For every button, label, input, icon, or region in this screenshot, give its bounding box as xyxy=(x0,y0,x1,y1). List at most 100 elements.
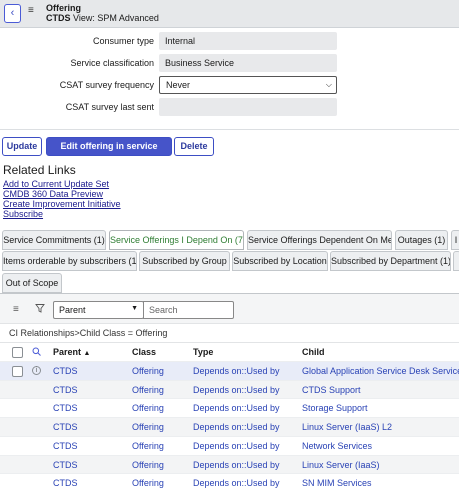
column-header-child[interactable]: Child xyxy=(302,347,325,357)
csat-last-sent-field xyxy=(159,98,337,116)
record-name-view: CTDS View: SPM Advanced xyxy=(46,13,159,23)
related-list-panel: ≡ Parent ▼ Search CI Relationships>Child… xyxy=(0,294,459,499)
select-all-checkbox[interactable] xyxy=(12,347,23,358)
consumer-type-row: Consumer type Internal xyxy=(0,32,459,50)
cell-parent[interactable]: CTDS xyxy=(53,460,78,470)
tab-service-commitments[interactable]: Service Commitments (1) xyxy=(2,230,106,250)
csat-last-sent-label: CSAT survey last sent xyxy=(65,102,154,112)
cell-child[interactable]: CTDS Support xyxy=(302,385,361,395)
related-links-title: Related Links xyxy=(3,163,76,177)
column-header-type[interactable]: Type xyxy=(193,347,213,357)
service-classification-label: Service classification xyxy=(70,58,154,68)
cell-parent[interactable]: CTDS xyxy=(53,422,78,432)
cell-parent[interactable]: CTDS xyxy=(53,478,78,488)
cell-parent[interactable]: CTDS xyxy=(53,385,78,395)
column-search-icon[interactable] xyxy=(32,347,41,358)
consumer-type-field: Internal xyxy=(159,32,337,50)
cell-type[interactable]: Depends on::Used by xyxy=(193,460,280,470)
sort-ascending-icon: ▲ xyxy=(83,350,91,357)
info-icon[interactable]: i xyxy=(32,366,41,375)
table-header: Parent ▲ Class Type Child xyxy=(0,344,459,361)
view-name: View: SPM Advanced xyxy=(73,13,159,23)
table-row[interactable]: CTDS Offering Depends on::Used by SN MIM Se… xyxy=(0,473,459,492)
csat-frequency-label: CSAT survey frequency xyxy=(59,80,154,90)
related-list-tabs-row3: Out of Scope xyxy=(0,273,459,293)
service-classification-row: Service classification Business Service xyxy=(0,54,459,72)
record-header: ‹ ≡ Offering CTDS View: SPM Advanced xyxy=(0,0,459,28)
cell-child[interactable]: SN MIM Services xyxy=(302,478,372,488)
column-header-parent-label: Parent xyxy=(53,347,82,357)
cell-class: Offering xyxy=(132,459,164,470)
cell-type[interactable]: Depends on::Used by xyxy=(193,441,280,451)
cell-child[interactable]: Global Application Service Desk Services xyxy=(302,366,459,376)
table-row[interactable]: CTDS Offering Depends on::Used by Storage S… xyxy=(0,398,459,417)
cell-type[interactable]: Depends on::Used by xyxy=(193,403,280,413)
chevron-down-icon: ⌵ xyxy=(325,80,332,89)
form-section: Consumer type Internal Service classific… xyxy=(0,28,459,130)
cell-class: Offering xyxy=(132,478,164,489)
cell-type[interactable]: Depends on::Used by xyxy=(193,366,280,376)
search-input[interactable]: Search xyxy=(143,301,234,319)
cell-class: Offering xyxy=(132,403,164,414)
cell-class: Offering xyxy=(132,422,164,433)
tab-overflow-2[interactable] xyxy=(453,251,459,271)
record-name: CTDS xyxy=(46,13,71,23)
table-row[interactable]: CTDS Offering Depends on::Used by CTDS Supp… xyxy=(0,379,459,399)
filter-breadcrumb[interactable]: CI Relationships>Child Class = Offering xyxy=(9,328,167,338)
tab-out-of-scope[interactable]: Out of Scope xyxy=(2,273,62,293)
tab-offerings-i-depend-on[interactable]: Service Offerings I Depend On (7) xyxy=(109,230,244,250)
csat-frequency-value: Never xyxy=(166,80,191,90)
table-row[interactable]: i CTDS Offering Depends on::Used by Global A… xyxy=(0,361,459,380)
related-list-tabs-row1: Service Commitments (1) Service Offering… xyxy=(0,230,459,250)
chevron-left-icon: ‹ xyxy=(10,7,15,19)
cell-parent[interactable]: CTDS xyxy=(53,441,78,451)
cell-type[interactable]: Depends on::Used by xyxy=(193,478,280,488)
subscribe-link[interactable]: Subscribe xyxy=(3,209,43,219)
column-header-class[interactable]: Class xyxy=(132,347,156,357)
caret-down-icon: ▼ xyxy=(131,305,138,312)
cell-type[interactable]: Depends on::Used by xyxy=(193,385,280,395)
csat-frequency-row: CSAT survey frequency Never ⌵ xyxy=(0,76,459,94)
tab-subscribed-by-department[interactable]: Subscribed by Department (1) xyxy=(330,251,451,271)
csat-frequency-select[interactable]: Never ⌵ xyxy=(159,76,337,94)
table-row[interactable]: CTDS Offering Depends on::Used by Linux Ser… xyxy=(0,454,459,474)
edit-offering-button[interactable]: Edit offering in service builder xyxy=(46,137,172,168)
tab-overflow[interactable]: I xyxy=(451,230,459,250)
tab-outages[interactable]: Outages (1) xyxy=(395,230,448,250)
table-row[interactable]: CTDS Offering Depends on::Used by Linux Ser… xyxy=(0,417,459,437)
tab-subscribed-by-location[interactable]: Subscribed by Location xyxy=(232,251,328,271)
update-button[interactable]: Update xyxy=(2,137,42,156)
related-list-tabs-row2: Items orderable by subscribers (1) Subsc… xyxy=(0,251,459,271)
create-improvement-link[interactable]: Create Improvement Initiative xyxy=(3,199,121,209)
cell-class: Offering xyxy=(132,440,164,451)
cell-child[interactable]: Storage Support xyxy=(302,403,368,413)
cell-child[interactable]: Linux Server (IaaS) L2 xyxy=(302,422,392,432)
cell-class: Offering xyxy=(132,384,164,395)
back-button[interactable]: ‹ xyxy=(4,4,21,23)
tab-items-orderable[interactable]: Items orderable by subscribers (1) xyxy=(2,251,137,271)
table-row[interactable]: CTDS Offering Depends on::Used by Network S… xyxy=(0,435,459,455)
tab-subscribed-by-group[interactable]: Subscribed by Group xyxy=(139,251,230,271)
service-classification-field: Business Service xyxy=(159,54,337,72)
cell-parent[interactable]: CTDS xyxy=(53,366,78,376)
funnel-icon[interactable] xyxy=(35,303,45,316)
row-checkbox[interactable] xyxy=(12,366,23,377)
cell-parent[interactable]: CTDS xyxy=(53,403,78,413)
cell-child[interactable]: Linux Server (IaaS) xyxy=(302,460,380,470)
record-type-title: Offering xyxy=(46,3,81,13)
add-to-update-set-link[interactable]: Add to Current Update Set xyxy=(3,179,109,189)
search-field-value: Parent xyxy=(59,305,86,315)
list-menu-icon[interactable]: ≡ xyxy=(13,304,19,315)
delete-button[interactable]: Delete xyxy=(174,137,214,156)
column-header-parent[interactable]: Parent ▲ xyxy=(53,347,90,357)
search-field-select[interactable]: Parent ▼ xyxy=(53,301,144,319)
cell-class: Offering xyxy=(132,366,164,376)
csat-last-sent-row: CSAT survey last sent xyxy=(0,98,459,116)
cmdb-360-link[interactable]: CMDB 360 Data Preview xyxy=(3,189,103,199)
hamburger-menu-icon[interactable]: ≡ xyxy=(28,5,38,17)
cell-type[interactable]: Depends on::Used by xyxy=(193,422,280,432)
tab-offerings-dependent-on-me[interactable]: Service Offerings Dependent On Me xyxy=(247,230,392,250)
cell-child[interactable]: Network Services xyxy=(302,441,372,451)
breadcrumb-divider xyxy=(0,342,459,343)
list-toolbar: ≡ Parent ▼ Search xyxy=(0,294,459,324)
